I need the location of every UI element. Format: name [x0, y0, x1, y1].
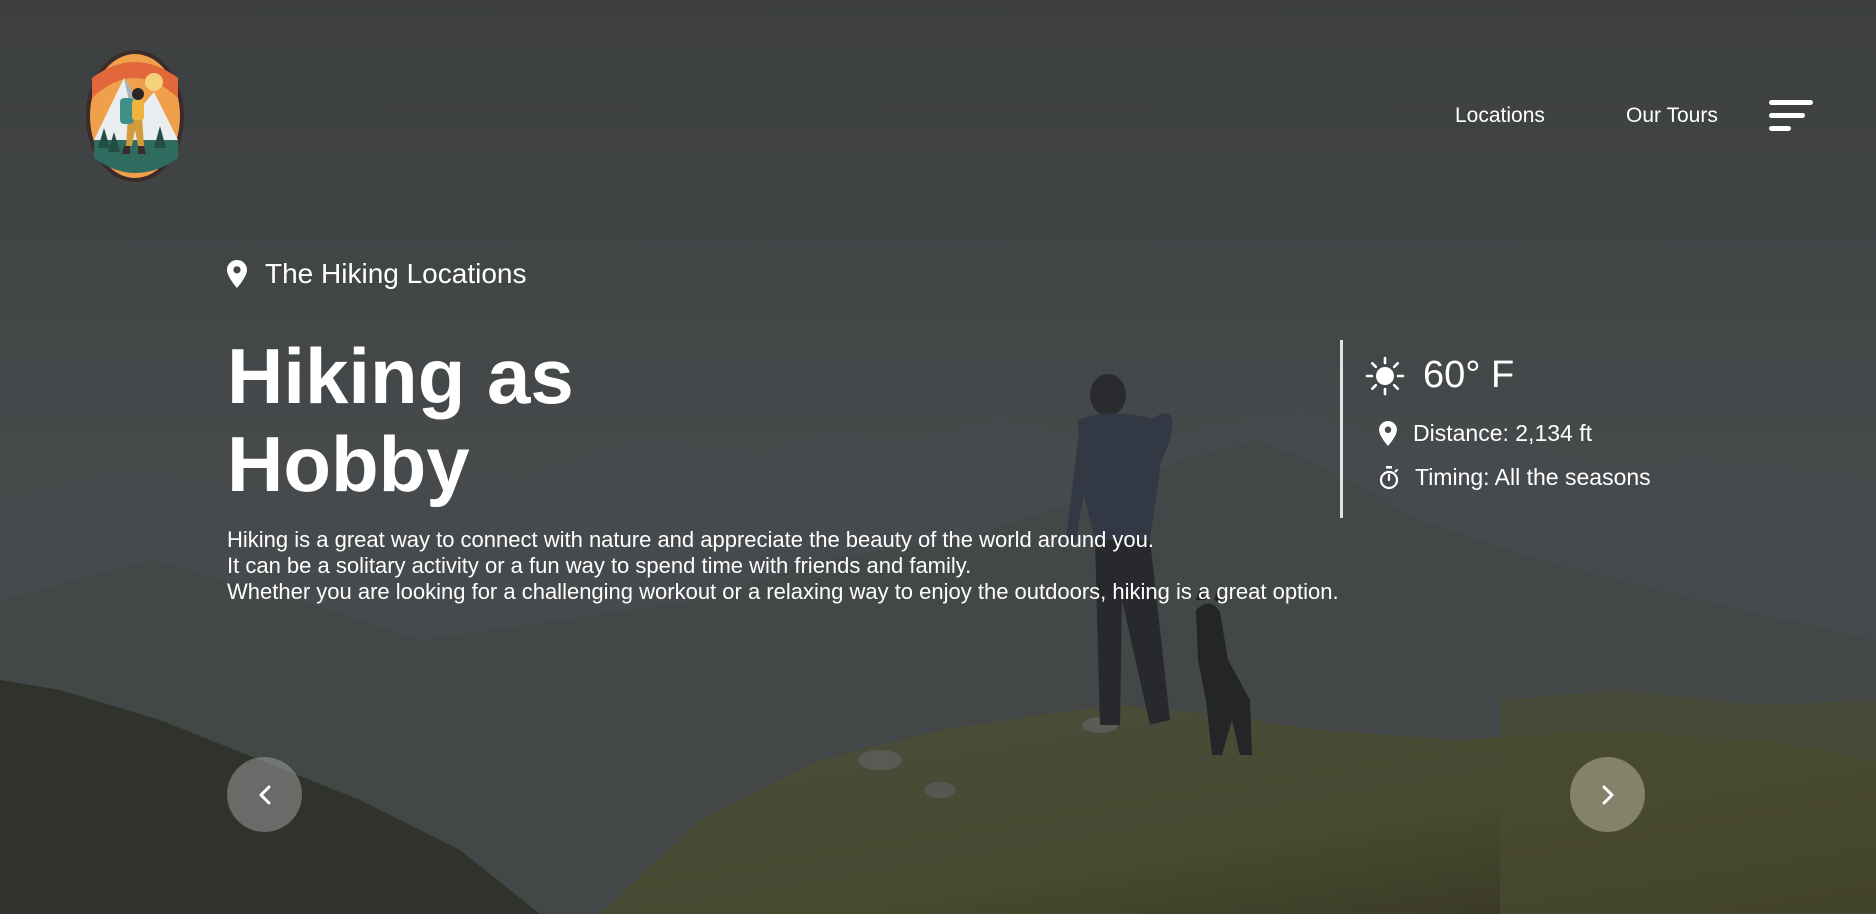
hamburger-menu-icon[interactable] — [1769, 98, 1815, 134]
carousel-prev-button[interactable] — [227, 757, 302, 832]
chevron-right-icon — [1602, 785, 1613, 804]
hiker-mountain-badge-icon[interactable] — [84, 48, 186, 184]
carousel-next-button[interactable] — [1570, 757, 1645, 832]
description-line-3: Whether you are looking for a challengin… — [227, 579, 1339, 604]
chevron-left-icon — [259, 785, 270, 804]
page-title: Hiking as Hobby — [227, 332, 574, 508]
title-line-1: Hiking as — [227, 332, 574, 420]
hero-description: Hiking is a great way to connect with na… — [227, 527, 1339, 605]
description-line-2: It can be a solitary activity or a fun w… — [227, 553, 972, 578]
distance-value: Distance: 2,134 ft — [1413, 420, 1592, 446]
timing-row: Timing: All the seasons — [1379, 464, 1651, 491]
trail-info-panel: 60° F Distance: 2,134 ft Timing: All the… — [1340, 340, 1651, 518]
location-label: The Hiking Locations — [265, 258, 527, 289]
timing-value: Timing: All the seasons — [1415, 464, 1651, 490]
distance-row: Distance: 2,134 ft — [1379, 420, 1592, 447]
temperature-value: 60° F — [1423, 354, 1515, 396]
sun-icon — [1365, 356, 1405, 395]
stopwatch-icon — [1379, 465, 1399, 489]
title-line-2: Hobby — [227, 420, 470, 508]
nav-link-our-tours[interactable]: Our Tours — [1626, 104, 1718, 128]
temperature-row: 60° F — [1365, 354, 1514, 397]
description-line-1: Hiking is a great way to connect with na… — [227, 527, 1155, 552]
hero-section: Locations Our Tours The Hiking Locations… — [0, 0, 1876, 914]
map-pin-icon — [227, 260, 247, 288]
nav-link-locations[interactable]: Locations — [1455, 104, 1545, 128]
location-tag: The Hiking Locations — [227, 258, 526, 290]
map-pin-icon — [1379, 421, 1397, 446]
